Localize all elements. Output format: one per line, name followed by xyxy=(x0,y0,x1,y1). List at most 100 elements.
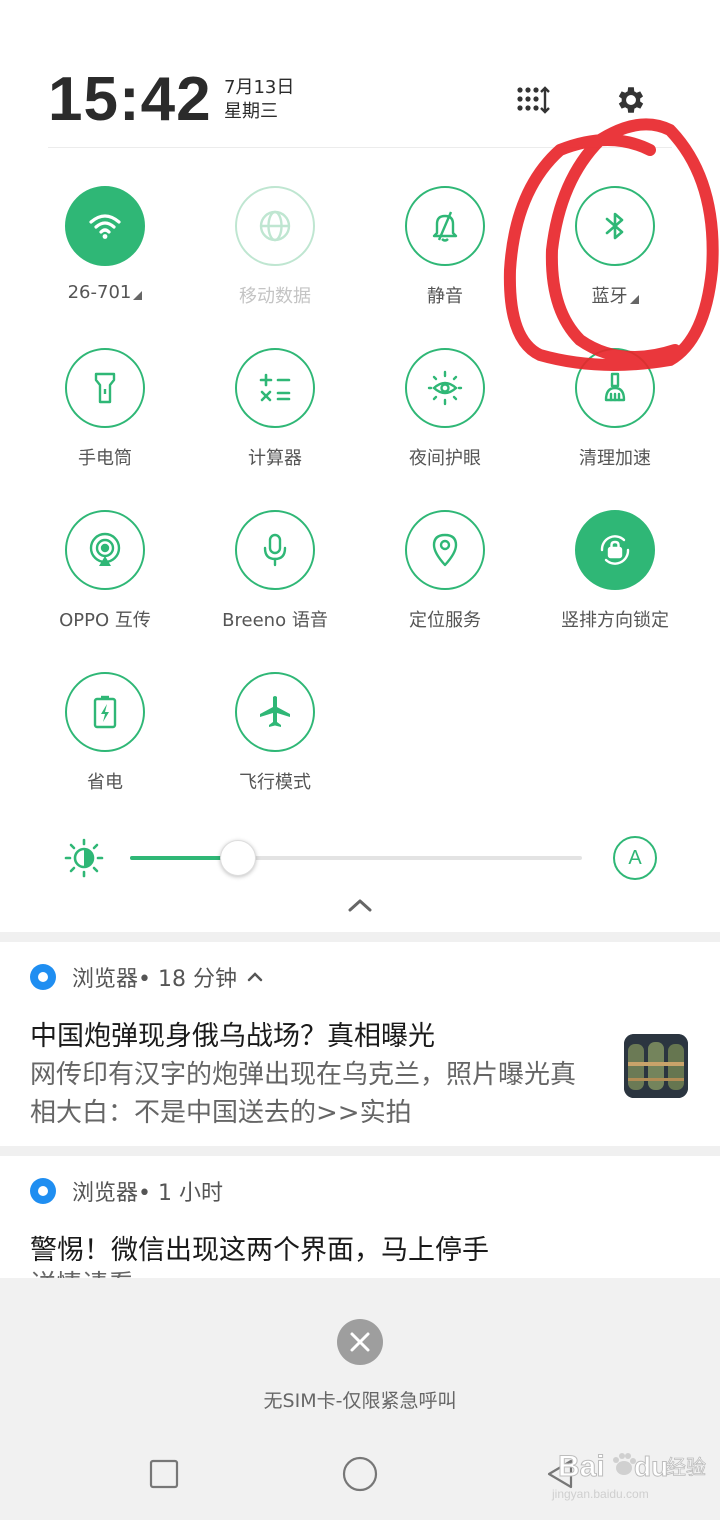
tile-circle[interactable] xyxy=(575,348,655,428)
tile-label: 静音 xyxy=(427,286,463,307)
tile-bluetooth[interactable]: 蓝牙 xyxy=(530,186,700,326)
tile-circle[interactable] xyxy=(405,186,485,266)
tile-circle[interactable] xyxy=(65,510,145,590)
edit-tiles-button[interactable] xyxy=(514,80,554,120)
tile-label: 26-701 xyxy=(20,282,190,303)
rotation-lock-icon xyxy=(600,535,630,565)
auto-brightness-button[interactable]: A xyxy=(613,836,657,880)
tile-label: OPPO 互传 xyxy=(59,610,151,631)
weekday-label: 星期三 xyxy=(224,101,278,122)
tile-label: 手电筒 xyxy=(78,448,132,469)
home-button[interactable] xyxy=(340,1454,380,1494)
battery-bolt-icon xyxy=(93,695,117,729)
notification-card[interactable]: 浏览器 • 1 小时 警惕！微信出现这两个界面，马上停手 详情请看 xyxy=(0,1156,720,1278)
tile-label: 飞行模式 xyxy=(239,772,311,793)
tile-circle[interactable] xyxy=(405,348,485,428)
tile-label: 清理加速 xyxy=(579,448,651,469)
square-icon xyxy=(149,1459,179,1489)
tile-circle[interactable] xyxy=(235,510,315,590)
tile-label: 蓝牙 xyxy=(530,282,700,308)
tile-mobile-data[interactable]: 移动数据 xyxy=(190,186,360,326)
tile-label: 省电 xyxy=(87,772,123,793)
notification-card[interactable]: 浏览器 • 18 分钟 中国炮弹现身俄乌战场？真相曝光 网传印有汉字的炮弹出现在… xyxy=(0,942,720,1146)
tile-circle[interactable] xyxy=(235,348,315,428)
tile-night-eye[interactable]: 夜间护眼 xyxy=(360,348,530,488)
notification-thumbnail xyxy=(624,1034,688,1098)
tile-location[interactable]: 定位服务 xyxy=(360,510,530,650)
date-label: 7月13日 xyxy=(224,77,295,98)
tile-circle[interactable] xyxy=(575,510,655,590)
circle-icon xyxy=(342,1456,378,1492)
tile-rotation-lock[interactable]: 竖排方向锁定 xyxy=(530,510,700,650)
recent-apps-button[interactable] xyxy=(144,1454,184,1494)
grid-sort-icon xyxy=(517,86,550,114)
watermark-brand-suffix: du xyxy=(634,1451,668,1482)
brightness-thumb[interactable] xyxy=(220,840,256,876)
tile-label: Breeno 语音 xyxy=(222,610,328,631)
brightness-sun-icon xyxy=(64,838,104,878)
share-signal-icon xyxy=(89,532,121,566)
tile-label: 夜间护眼 xyxy=(409,448,481,469)
brightness-row: A xyxy=(60,836,660,880)
close-icon xyxy=(350,1332,370,1352)
tile-circle[interactable] xyxy=(65,672,145,752)
bluetooth-icon xyxy=(605,212,624,240)
tile-airplane-mode[interactable]: 飞行模式 xyxy=(190,672,360,812)
tile-circle[interactable] xyxy=(405,510,485,590)
sim-status: 无SIM卡-仅限紧急呼叫 xyxy=(263,1390,457,1412)
tile-calculator[interactable]: 计算器 xyxy=(190,348,360,488)
notification-header: 浏览器 • 18 分钟 xyxy=(30,962,263,992)
section-separator xyxy=(0,932,720,942)
watermark-brand: Bai xyxy=(558,1450,605,1483)
clear-notifications-button[interactable] xyxy=(337,1319,383,1365)
tile-cleanup[interactable]: 清理加速 xyxy=(530,348,700,488)
tile-circle[interactable] xyxy=(235,672,315,752)
notification-title: 中国炮弹现身俄乌战场？真相曝光 xyxy=(30,1021,435,1052)
notification-app-name: 浏览器 xyxy=(72,967,139,992)
tile-label: 移动数据 xyxy=(239,286,311,307)
tile-wifi[interactable]: 26-701 xyxy=(20,186,190,326)
notification-time: • 1 小时 xyxy=(138,1181,223,1206)
notification-header: 浏览器 • 1 小时 xyxy=(30,1176,223,1206)
calculator-icon xyxy=(259,373,291,402)
tile-flashlight[interactable]: 手电筒 xyxy=(20,348,190,488)
flashlight-icon xyxy=(94,372,116,404)
notification-body: 详情请看 xyxy=(30,1266,590,1278)
chevron-up-icon[interactable] xyxy=(247,971,263,983)
tile-circle[interactable] xyxy=(235,186,315,266)
tile-silent[interactable]: 静音 xyxy=(360,186,530,326)
tile-circle[interactable] xyxy=(575,186,655,266)
more-options-icon xyxy=(133,291,143,300)
notification-title: 警惕！微信出现这两个界面，马上停手 xyxy=(30,1235,489,1266)
tile-circle[interactable] xyxy=(65,348,145,428)
date-block: 7月13日 星期三 xyxy=(224,76,294,124)
browser-app-icon xyxy=(30,1178,56,1204)
tile-breeno-voice[interactable]: Breeno 语音 xyxy=(190,510,360,650)
collapse-panel-button[interactable] xyxy=(344,890,376,920)
section-separator xyxy=(0,1146,720,1156)
airplane-icon xyxy=(260,696,290,727)
settings-button[interactable] xyxy=(611,80,651,120)
globe-icon xyxy=(259,210,291,242)
baidu-watermark: Bai du 经验 jingyan.baidu.com xyxy=(538,1440,718,1504)
header-divider xyxy=(48,147,672,148)
location-pin-icon xyxy=(432,533,458,567)
chevron-up-icon xyxy=(348,899,372,912)
tile-circle[interactable] xyxy=(65,186,145,266)
quick-settings-panel: 15:42 7月13日 星期三 26-701 移动数据 静音 蓝牙 手电筒 计算… xyxy=(0,0,720,932)
watermark-url: jingyan.baidu.com xyxy=(551,1487,649,1501)
notification-time: • 18 分钟 xyxy=(138,967,237,992)
notification-app-name: 浏览器 xyxy=(72,1181,139,1206)
tile-power-saving[interactable]: 省电 xyxy=(20,672,190,812)
bell-mute-icon xyxy=(432,211,458,242)
tile-label: 计算器 xyxy=(248,448,302,469)
broom-icon xyxy=(604,372,626,402)
tile-label: 定位服务 xyxy=(409,610,481,631)
gear-icon xyxy=(618,87,644,113)
tile-oppo-share[interactable]: OPPO 互传 xyxy=(20,510,190,650)
brightness-slider[interactable] xyxy=(130,840,582,876)
browser-app-icon xyxy=(30,964,56,990)
watermark-brand-cn: 经验 xyxy=(666,1455,706,1479)
microphone-icon xyxy=(263,533,287,567)
eye-sun-icon xyxy=(427,370,463,406)
